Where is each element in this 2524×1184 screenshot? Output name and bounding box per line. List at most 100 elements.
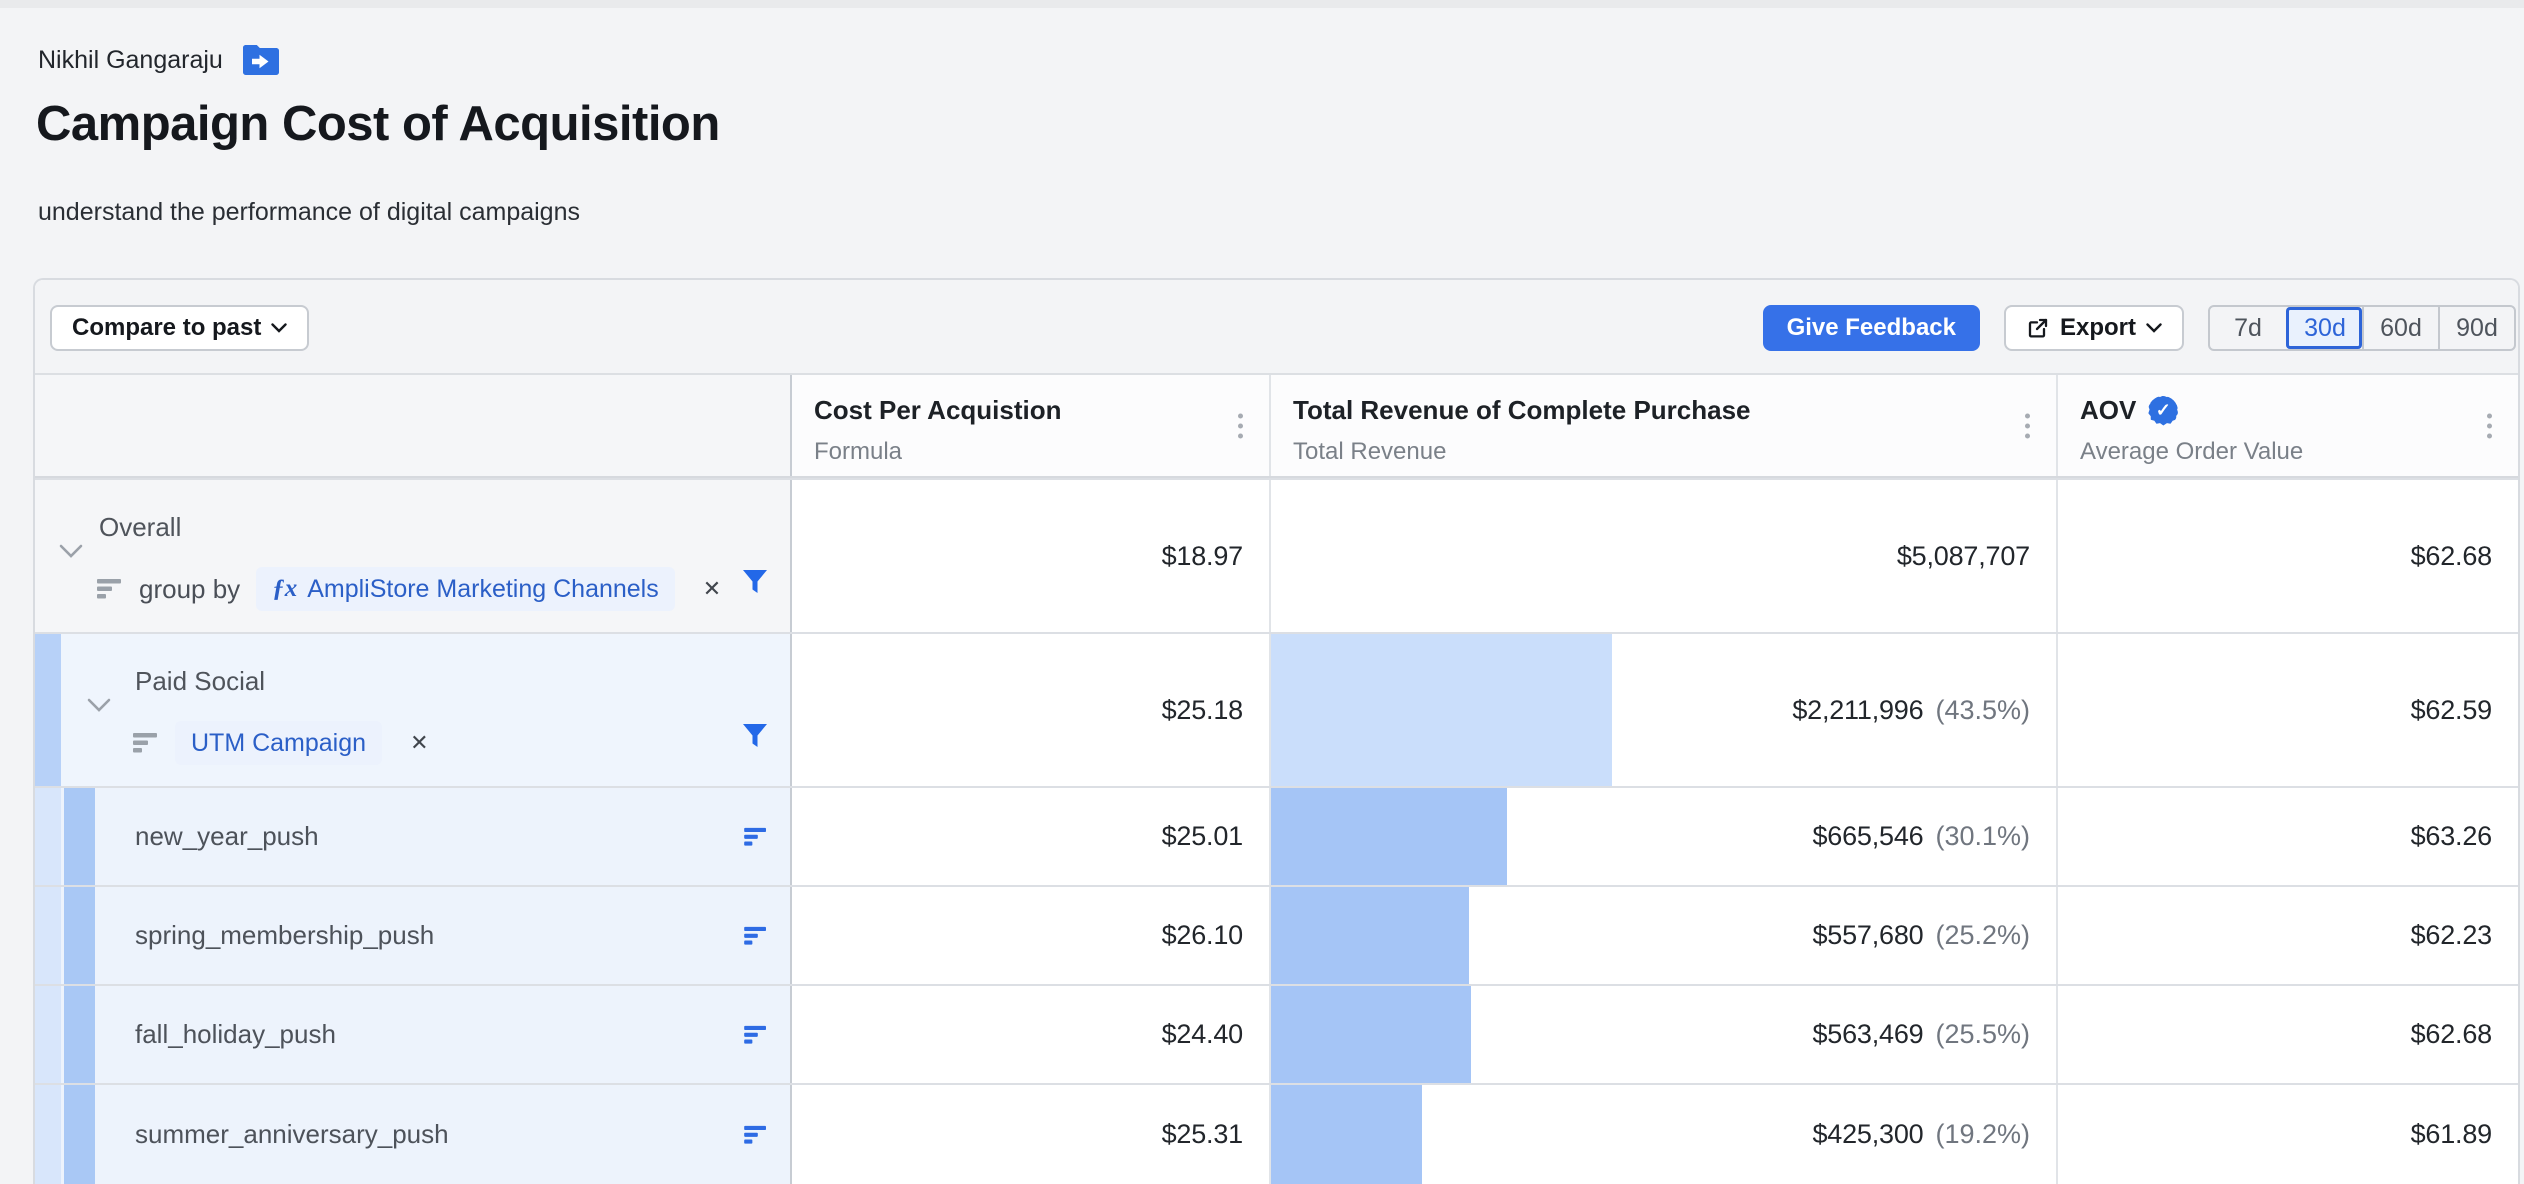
- cell-aov[interactable]: $62.68: [2056, 480, 2518, 632]
- cell-aov[interactable]: $61.89: [2056, 1085, 2518, 1184]
- revenue-value: $557,680: [1812, 920, 1923, 951]
- row-label[interactable]: summer_anniversary_push: [135, 1119, 449, 1150]
- cell-revenue[interactable]: $557,680 (25.2%): [1269, 887, 2056, 984]
- indent-strip: [35, 887, 61, 984]
- cell-cpa[interactable]: $25.18: [790, 634, 1269, 786]
- collapse-row-icon[interactable]: [87, 698, 111, 713]
- range-button-7d[interactable]: 7d: [2210, 307, 2286, 349]
- verified-badge-icon: ✓: [2148, 396, 2178, 426]
- column-title: Cost Per Acquistion: [814, 395, 1062, 426]
- collapse-row-icon[interactable]: [59, 544, 83, 559]
- indent-strip: [35, 1085, 61, 1184]
- row-label-cell: summer_anniversary_push: [35, 1085, 790, 1184]
- filter-funnel-icon[interactable]: [742, 570, 768, 594]
- row-label[interactable]: spring_membership_push: [135, 920, 434, 951]
- aov-value: $62.68: [2411, 1019, 2492, 1050]
- revenue-bar: [1271, 788, 1507, 885]
- aov-value: $63.26: [2411, 821, 2492, 852]
- row-label[interactable]: Paid Social: [135, 666, 265, 697]
- group-by-bars-icon: [97, 578, 123, 600]
- compare-to-past-button[interactable]: Compare to past: [50, 305, 309, 351]
- range-button-30d[interactable]: 30d: [2286, 307, 2362, 349]
- group-by-property-chip[interactable]: UTM Campaign: [175, 721, 382, 765]
- cell-aov[interactable]: $62.68: [2056, 986, 2518, 1083]
- group-by-bars-icon: [133, 732, 159, 754]
- cell-cpa[interactable]: $25.01: [790, 788, 1269, 885]
- header-cell-revenue[interactable]: Total Revenue of Complete Purchase Total…: [1269, 375, 2056, 476]
- remove-chip-icon[interactable]: ✕: [410, 730, 428, 756]
- row-label-cell: Paid Social UTM Campaign ✕: [35, 634, 790, 786]
- export-label: Export: [2060, 314, 2136, 342]
- page-title: Campaign Cost of Acquisition: [36, 96, 720, 152]
- range-button-90d[interactable]: 90d: [2438, 307, 2514, 349]
- table-header-row: Cost Per Acquistion Formula Total Revenu…: [35, 375, 2518, 478]
- cell-aov[interactable]: $62.59: [2056, 634, 2518, 786]
- cell-aov[interactable]: $63.26: [2056, 788, 2518, 885]
- aov-value: $61.89: [2411, 1119, 2492, 1150]
- cell-revenue[interactable]: $425,300 (19.2%): [1269, 1085, 2056, 1184]
- cpa-value: $25.01: [1162, 821, 1243, 852]
- revenue-percent: (19.2%): [1935, 1119, 2030, 1150]
- page-subtitle: understand the performance of digital ca…: [38, 198, 580, 227]
- cpa-value: $18.97: [1162, 541, 1243, 572]
- cell-revenue[interactable]: $2,211,996 (43.5%): [1269, 634, 2056, 786]
- chevron-down-icon: [2146, 323, 2162, 333]
- remove-chip-icon[interactable]: ✕: [703, 576, 721, 602]
- export-button[interactable]: Export: [2004, 305, 2184, 351]
- share-icon: [2026, 316, 2050, 340]
- revenue-percent: (30.1%): [1935, 821, 2030, 852]
- header-cell-labels: [35, 375, 790, 476]
- group-by-bars-icon[interactable]: [744, 827, 768, 847]
- chevron-down-icon: [271, 323, 287, 333]
- indent-strip: [64, 986, 95, 1083]
- formula-fx-icon: ƒx: [272, 575, 297, 603]
- give-feedback-button[interactable]: Give Feedback: [1763, 305, 1980, 351]
- move-to-folder-icon[interactable]: [243, 44, 279, 76]
- range-button-60d[interactable]: 60d: [2362, 307, 2438, 349]
- row-label[interactable]: fall_holiday_push: [135, 1019, 336, 1050]
- column-title: Total Revenue of Complete Purchase: [1293, 395, 1751, 426]
- column-menu-icon[interactable]: [2487, 413, 2492, 438]
- cell-revenue[interactable]: $563,469 (25.5%): [1269, 986, 2056, 1083]
- table-row-paid-social: Paid Social UTM Campaign ✕ $25.18 $2,211…: [35, 632, 2518, 786]
- cell-cpa[interactable]: $26.10: [790, 887, 1269, 984]
- cell-aov[interactable]: $62.23: [2056, 887, 2518, 984]
- cell-revenue[interactable]: $5,087,707: [1269, 480, 2056, 632]
- column-subtitle: Formula: [814, 438, 1269, 466]
- filter-funnel-icon[interactable]: [742, 724, 768, 748]
- revenue-value: $563,469: [1812, 1019, 1923, 1050]
- row-label-cell: new_year_push: [35, 788, 790, 885]
- group-by-bars-icon[interactable]: [744, 1125, 768, 1145]
- table-row-campaign: spring_membership_push $26.10 $557,680 (…: [35, 885, 2518, 984]
- cell-cpa[interactable]: $18.97: [790, 480, 1269, 632]
- date-range-segmented-control: 7d 30d 60d 90d: [2208, 305, 2516, 351]
- breadcrumb-owner[interactable]: Nikhil Gangaraju: [38, 46, 223, 75]
- column-subtitle: Average Order Value: [2080, 438, 2518, 466]
- group-by-label: group by: [139, 574, 240, 605]
- column-menu-icon[interactable]: [1238, 413, 1243, 438]
- cell-revenue[interactable]: $665,546 (30.1%): [1269, 788, 2056, 885]
- cell-cpa[interactable]: $25.31: [790, 1085, 1269, 1184]
- table-row-campaign: summer_anniversary_push $25.31 $425,300 …: [35, 1083, 2518, 1184]
- row-label[interactable]: new_year_push: [135, 821, 319, 852]
- indent-strip: [64, 1085, 95, 1184]
- aov-value: $62.68: [2411, 541, 2492, 572]
- revenue-value: $5,087,707: [1897, 541, 2030, 572]
- header-cell-cpa[interactable]: Cost Per Acquistion Formula: [790, 375, 1269, 476]
- column-title: AOV: [2080, 395, 2136, 426]
- compare-to-past-label: Compare to past: [72, 314, 261, 342]
- row-label-cell: fall_holiday_push: [35, 986, 790, 1083]
- group-by-bars-icon[interactable]: [744, 926, 768, 946]
- cpa-value: $25.18: [1162, 695, 1243, 726]
- column-menu-icon[interactable]: [2025, 413, 2030, 438]
- group-by-bars-icon[interactable]: [744, 1025, 768, 1045]
- cell-cpa[interactable]: $24.40: [790, 986, 1269, 1083]
- row-label[interactable]: Overall: [99, 512, 181, 543]
- aov-value: $62.23: [2411, 920, 2492, 951]
- group-by-property-chip[interactable]: ƒx AmpliStore Marketing Channels: [256, 567, 675, 611]
- indent-strip: [64, 788, 95, 885]
- breadcrumb: Nikhil Gangaraju: [38, 44, 279, 76]
- header-cell-aov[interactable]: AOV ✓ Average Order Value: [2056, 375, 2518, 476]
- cpa-value: $24.40: [1162, 1019, 1243, 1050]
- cpa-value: $25.31: [1162, 1119, 1243, 1150]
